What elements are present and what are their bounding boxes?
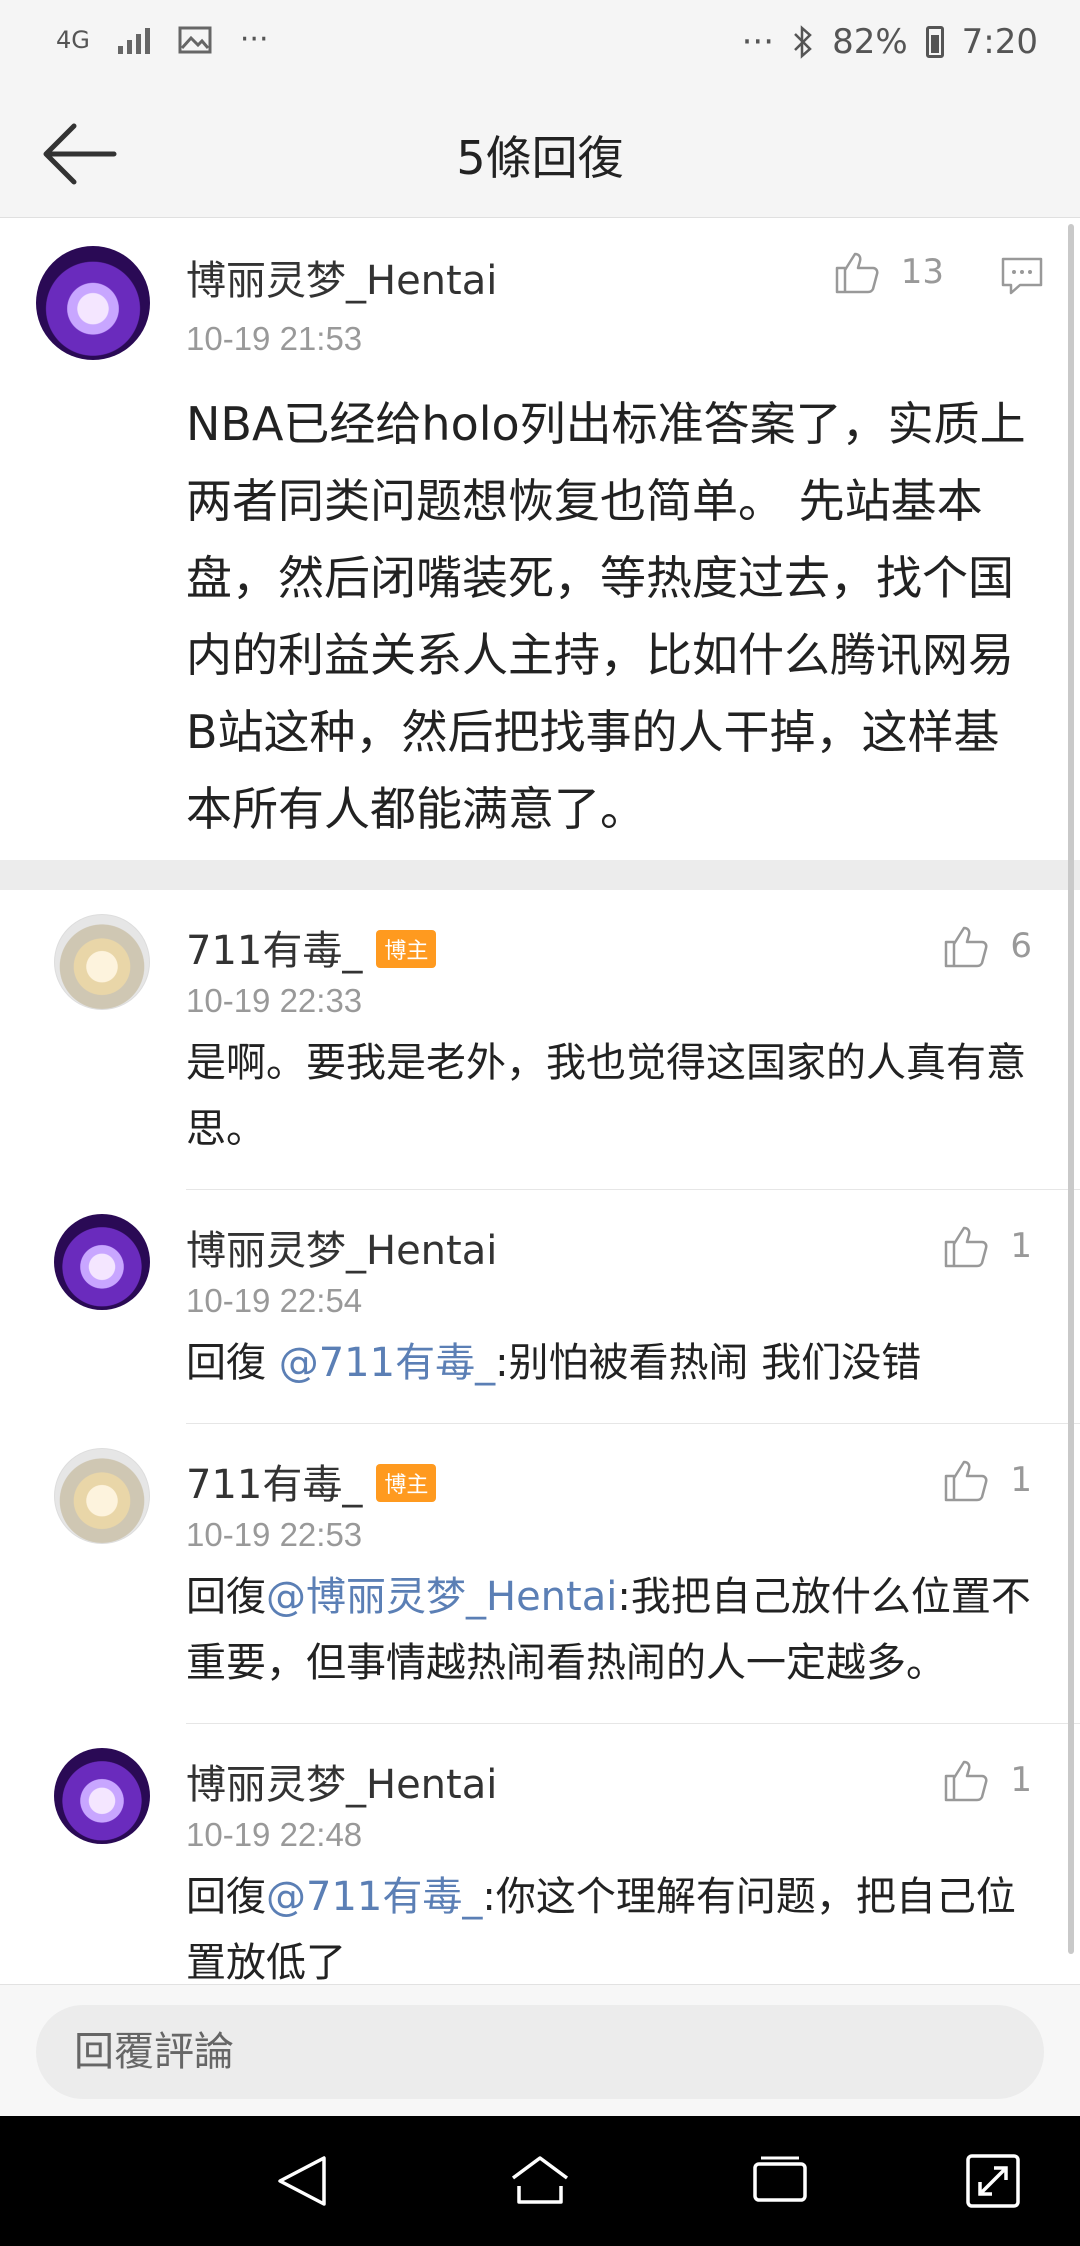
reply-prefix: 回復 — [186, 1574, 266, 1620]
like-button[interactable]: 6 — [942, 922, 1032, 970]
comment-time: 10-19 21:53 — [186, 320, 363, 357]
reply-text: 回復 @711有毒_:别怕被看热闹 我们没错 — [186, 1330, 1036, 1396]
like-button[interactable]: 1 — [942, 1756, 1032, 1804]
reply-item: 711有毒_ 博主 10-19 22:33 6 是啊。要我是老外，我也觉得这国家的… — [0, 890, 1080, 1190]
thumbs-up-icon — [945, 926, 988, 968]
reply-username[interactable]: 博丽灵梦_Hentai — [186, 1218, 497, 1276]
avatar[interactable] — [36, 246, 150, 360]
reply-item: 711有毒_ 博主 10-19 22:53 1 回復@博丽灵梦_Hentai:我把… — [0, 1424, 1080, 1724]
signal-icon — [117, 26, 150, 54]
comment-icon[interactable] — [1000, 256, 1044, 296]
recent-apps-icon[interactable] — [745, 2146, 815, 2216]
more-left: ··· — [239, 22, 269, 57]
scrollbar[interactable] — [1068, 224, 1074, 1954]
mention-link[interactable]: @711有毒_ — [279, 1340, 495, 1386]
like-button[interactable]: 1 — [942, 1456, 1032, 1504]
reply-prefix: 回復 — [186, 1340, 279, 1386]
status-right: ··· 82% 7:20 — [742, 22, 1038, 62]
bluetooth-icon — [794, 25, 812, 59]
thumbs-up-icon — [835, 252, 879, 294]
mention-link[interactable]: @博丽灵梦_Hentai — [266, 1574, 617, 1620]
reply-username[interactable]: 711有毒_ 博主 — [186, 1452, 437, 1510]
like-count: 1 — [1010, 1460, 1032, 1500]
status-left: 4G ··· — [56, 22, 268, 57]
thumbs-up-icon — [945, 1760, 988, 1802]
reply-username[interactable]: 博丽灵梦_Hentai — [186, 1752, 497, 1810]
section-divider — [0, 860, 1080, 890]
clock: 7:20 — [961, 22, 1038, 62]
reply-time: 10-19 22:53 — [186, 1516, 363, 1553]
reply-prefix: 回復 — [186, 1874, 266, 1920]
reply-body: 是啊。要我是老外，我也觉得这国家的人真有意思。 — [186, 1040, 1026, 1152]
main-comment: 博丽灵梦_Hentai 10-19 21:53 13 NBA已经给holo列出标… — [0, 218, 1080, 860]
reply-input[interactable] — [36, 2005, 1044, 2099]
network-type: 4G — [56, 25, 90, 54]
navigation-bar — [0, 2116, 1080, 2246]
reply-username[interactable]: 711有毒_ 博主 — [186, 918, 437, 976]
username-text: 711有毒_ — [186, 928, 363, 974]
like-button[interactable]: 13 — [833, 248, 944, 296]
blogger-badge: 博主 — [376, 1464, 437, 1502]
reply-body: :别怕被看热闹 我们没错 — [495, 1340, 922, 1386]
comment-username[interactable]: 博丽灵梦_Hentai — [186, 248, 497, 306]
avatar[interactable] — [54, 1748, 150, 1844]
reply-bar — [0, 1984, 1080, 2116]
reply-time: 10-19 22:48 — [186, 1816, 363, 1853]
avatar[interactable] — [54, 914, 150, 1010]
nav-back-icon[interactable] — [268, 2146, 338, 2216]
username-text: 711有毒_ — [186, 1462, 363, 1508]
like-count: 6 — [1010, 926, 1032, 966]
avatar[interactable] — [54, 1214, 150, 1310]
thumbs-up-icon — [945, 1460, 988, 1502]
comment-text: NBA已经给holo列出标准答案了，实质上两者同类问题想恢复也简单。 先站基本盘… — [186, 397, 1026, 836]
home-icon[interactable] — [505, 2146, 575, 2216]
thumbs-up-icon — [945, 1226, 988, 1268]
like-count: 1 — [1010, 1760, 1032, 1800]
like-button[interactable]: 1 — [942, 1222, 1032, 1270]
like-count: 13 — [900, 252, 944, 292]
blogger-badge: 博主 — [376, 930, 437, 968]
expand-icon[interactable] — [958, 2146, 1028, 2216]
reply-text: 回復@711有毒_:你这个理解有问题，把自己位置放低了 — [186, 1864, 1036, 1984]
reply-time: 10-19 22:33 — [186, 982, 363, 1019]
page-title: 5條回復 — [456, 131, 624, 185]
mention-link[interactable]: @711有毒_ — [266, 1874, 482, 1920]
battery-icon — [925, 26, 944, 58]
reply-item: 博丽灵梦_Hentai 10-19 22:54 1 回復 @711有毒_:别怕被… — [0, 1190, 1080, 1424]
avatar[interactable] — [54, 1448, 150, 1544]
battery-percent: 82% — [832, 22, 908, 62]
image-icon — [178, 26, 212, 53]
like-count: 1 — [1010, 1226, 1032, 1266]
more-right: ··· — [741, 22, 775, 62]
reply-item: 博丽灵梦_Hentai 10-19 22:48 1 回復@711有毒_:你这个理… — [0, 1724, 1080, 1984]
title-bar: 5條回復 — [0, 92, 1080, 218]
status-bar: 4G ··· ··· 82% 7:20 — [0, 0, 1080, 92]
reply-text: 回復@博丽灵梦_Hentai:我把自己放什么位置不重要，但事情越热闹看热闹的人一… — [186, 1564, 1036, 1696]
reply-text: 是啊。要我是老外，我也觉得这国家的人真有意思。 — [186, 1030, 1036, 1162]
reply-time: 10-19 22:54 — [186, 1282, 363, 1319]
